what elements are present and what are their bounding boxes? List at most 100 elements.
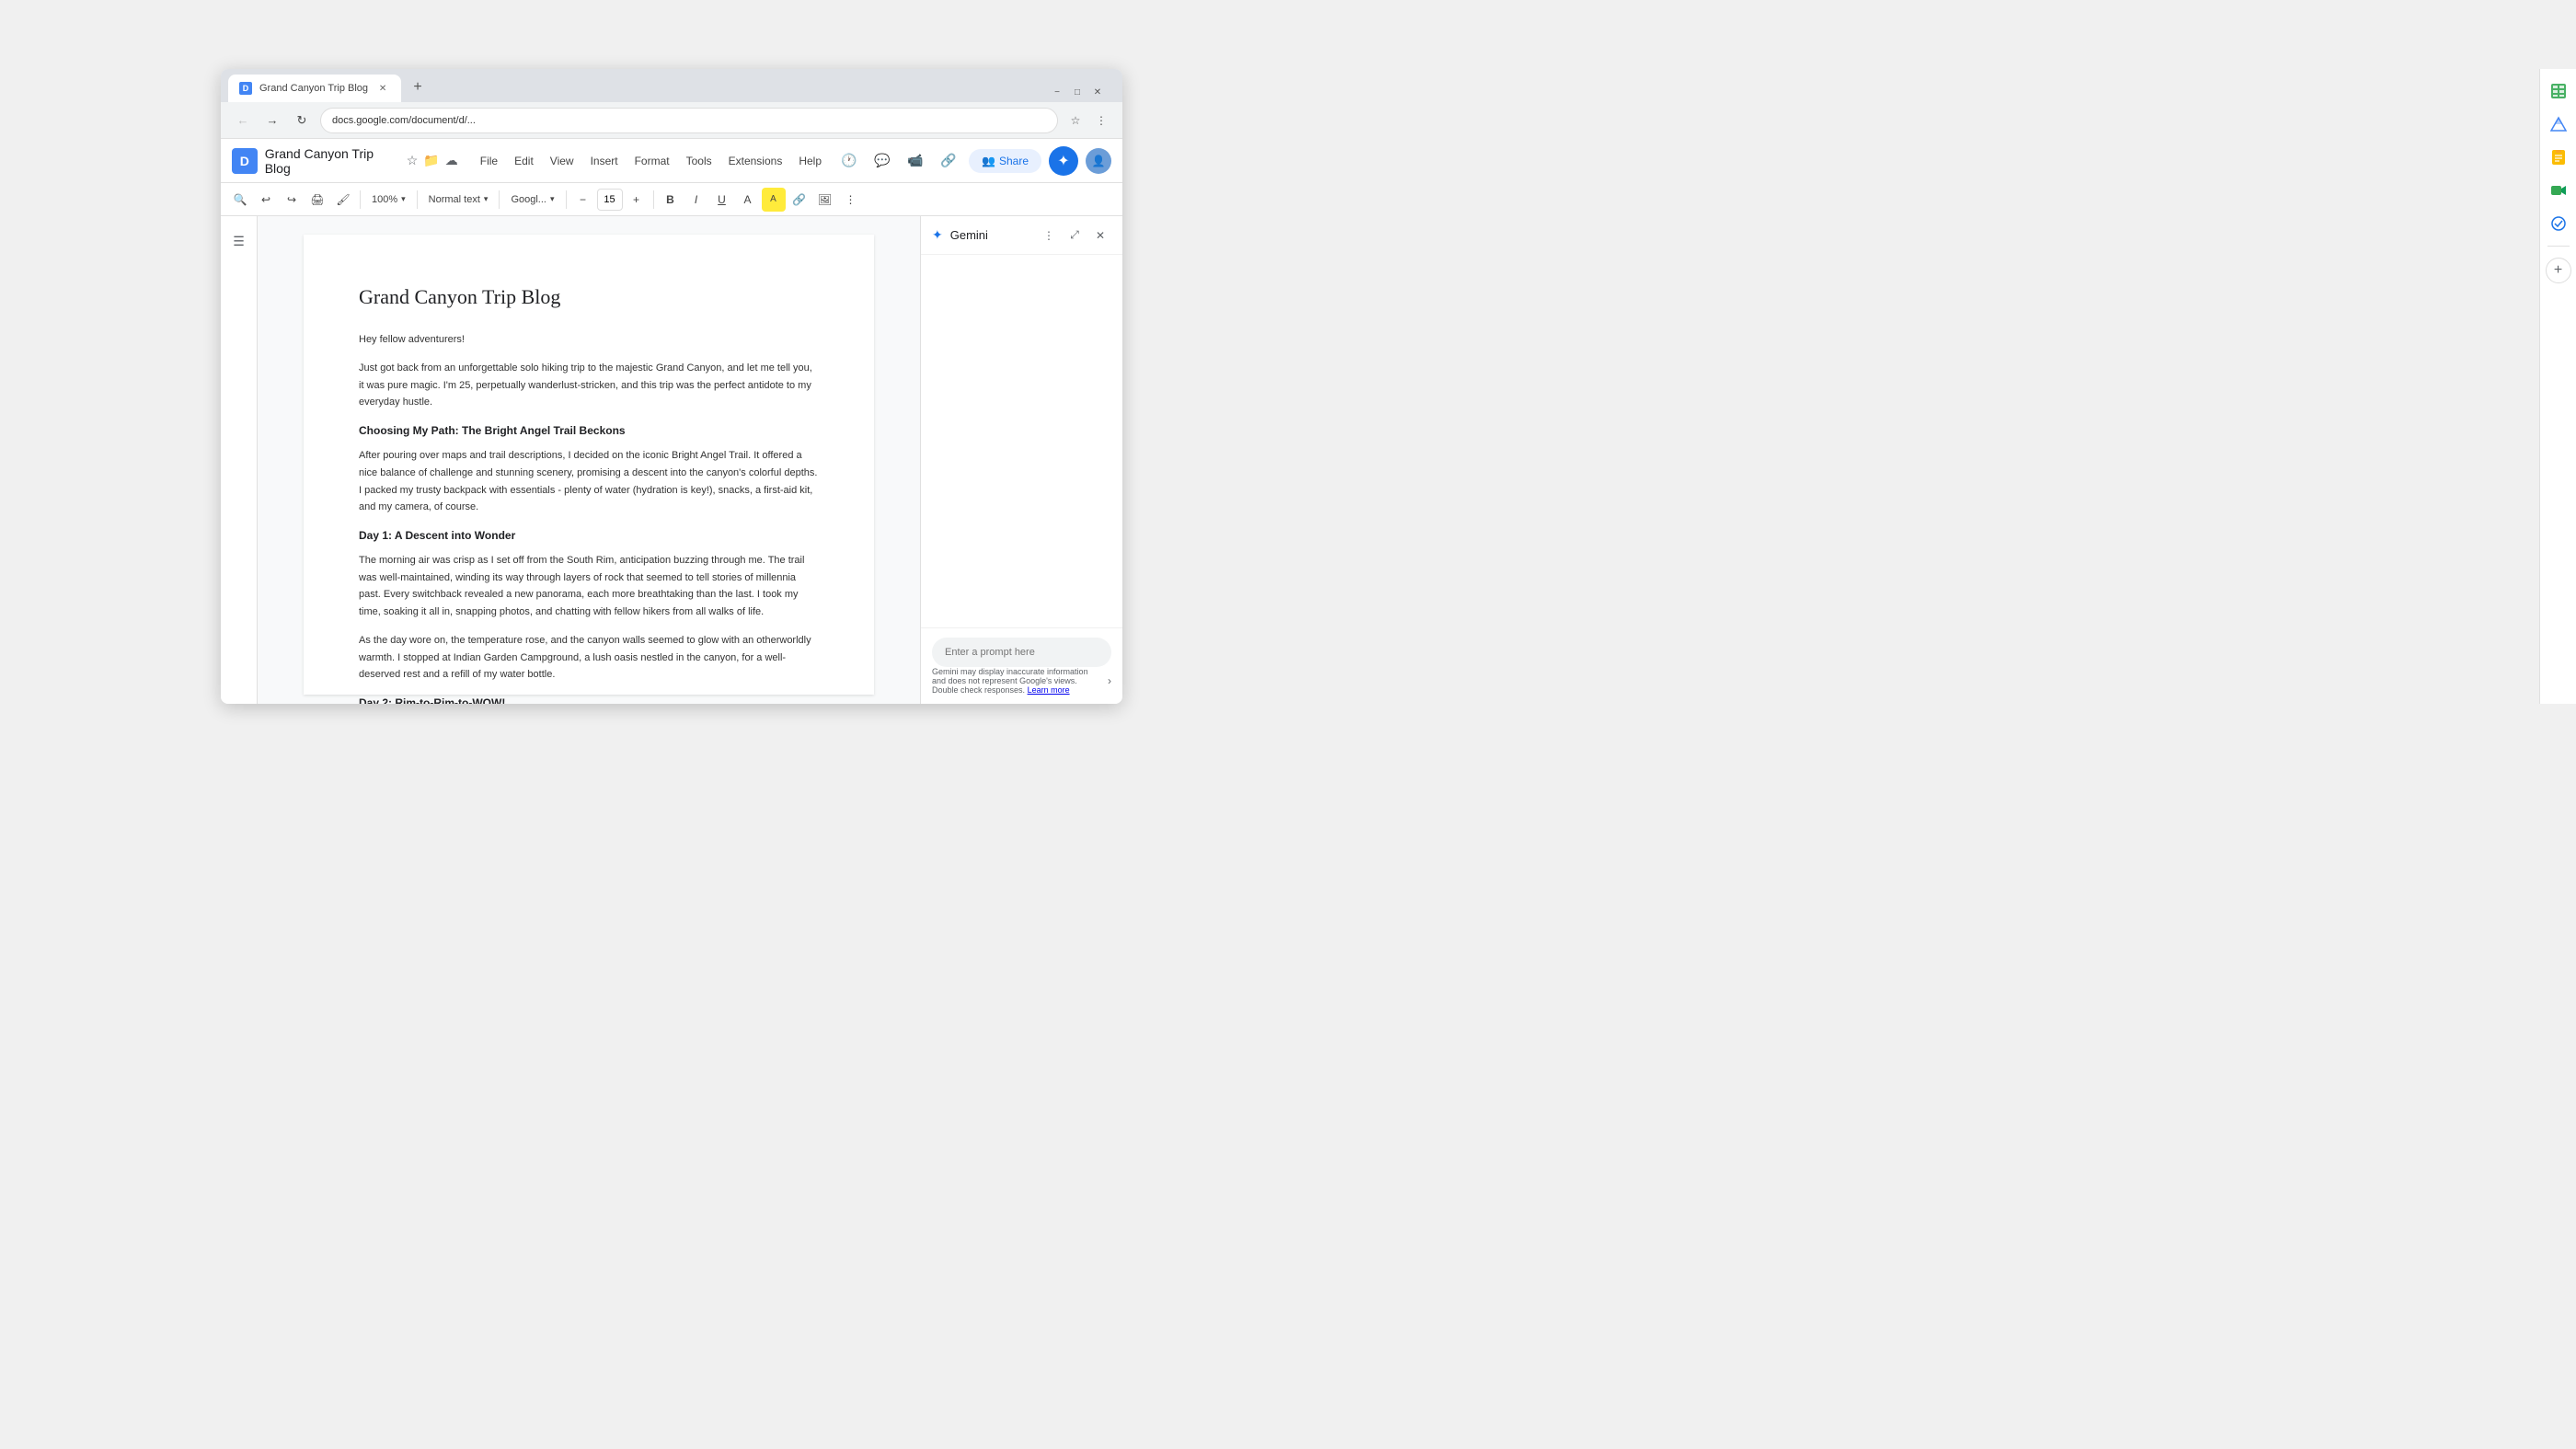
font-select[interactable]: Googl... ▾ bbox=[504, 188, 560, 212]
paint-format-button[interactable]: 🖌 bbox=[331, 188, 355, 212]
menu-view[interactable]: View bbox=[543, 151, 581, 171]
main-area: ☰ Grand Canyon Trip Blog Hey fellow adve… bbox=[221, 216, 1122, 704]
refresh-button[interactable]: ↻ bbox=[291, 109, 313, 132]
paragraph-3: After pouring over maps and trail descri… bbox=[359, 447, 819, 516]
section-heading-2: Day 1: A Descent into Wonder bbox=[359, 527, 819, 545]
bookmark-button[interactable]: ☆ bbox=[1065, 110, 1086, 131]
font-size-input[interactable] bbox=[597, 189, 623, 211]
gemini-menu-button[interactable]: ⋮ bbox=[1038, 224, 1060, 247]
history-button[interactable]: 🕐 bbox=[836, 148, 862, 174]
learn-more-link[interactable]: Learn more bbox=[1028, 685, 1070, 695]
navigation-bar: ← → ↻ docs.google.com/document/d/... ☆ ⋮ bbox=[221, 102, 1122, 139]
gemini-expand-button[interactable]: ⤢ bbox=[1064, 224, 1086, 247]
active-tab[interactable]: D Grand Canyon Trip Blog ✕ bbox=[228, 75, 401, 102]
gemini-disclaimer-row: Gemini may display inaccurate informatio… bbox=[932, 667, 1111, 695]
gemini-panel-body bbox=[921, 255, 1122, 627]
menu-file[interactable]: File bbox=[473, 151, 505, 171]
menu-format[interactable]: Format bbox=[627, 151, 677, 171]
meet-button[interactable]: 📹 bbox=[903, 148, 928, 174]
gemini-disclaimer-arrow[interactable]: › bbox=[1108, 674, 1111, 687]
document-heading: Grand Canyon Trip Blog bbox=[359, 281, 819, 313]
comments-button[interactable]: 💬 bbox=[869, 148, 895, 174]
nav-right-actions: ☆ ⋮ bbox=[1065, 110, 1111, 131]
font-size-control: − + bbox=[571, 188, 649, 212]
tasks-panel-icon[interactable] bbox=[2544, 209, 2573, 238]
star-icon[interactable]: ☆ bbox=[407, 153, 419, 168]
search-button[interactable]: 🔍 bbox=[228, 188, 252, 212]
more-toolbar-button[interactable]: ⋮ bbox=[839, 188, 863, 212]
menu-insert[interactable]: Insert bbox=[583, 151, 626, 171]
zoom-chevron-icon: ▾ bbox=[401, 194, 406, 204]
outline-toggle-button[interactable]: ☰ bbox=[225, 227, 253, 255]
redo-button[interactable]: ↪ bbox=[280, 188, 304, 212]
minimize-button[interactable]: − bbox=[1051, 86, 1064, 98]
document-area: Grand Canyon Trip Blog Hey fellow advent… bbox=[258, 216, 920, 704]
right-panel-divider bbox=[2547, 246, 2570, 247]
gemini-panel-title: Gemini bbox=[950, 228, 988, 242]
gemini-button[interactable]: ✦ bbox=[1049, 146, 1078, 176]
menu-edit[interactable]: Edit bbox=[507, 151, 541, 171]
gemini-header-star-icon: ✦ bbox=[932, 227, 943, 243]
print-button[interactable]: 🖨 bbox=[305, 188, 329, 212]
menu-tools[interactable]: Tools bbox=[679, 151, 719, 171]
folder-icon[interactable]: 📁 bbox=[423, 153, 439, 168]
gemini-panel: ✦ Gemini ⋮ ⤢ ✕ Gemini may display inaccu… bbox=[920, 216, 1122, 704]
paragraph-2: Just got back from an unforgettable solo… bbox=[359, 360, 819, 411]
share-button[interactable]: 👥 Share bbox=[969, 149, 1041, 173]
sheets-icon bbox=[2550, 83, 2567, 99]
italic-button[interactable]: I bbox=[684, 188, 708, 212]
toolbar: 🔍 ↩ ↪ 🖨 🖌 100% ▾ Normal text ▾ Googl... … bbox=[221, 183, 1122, 216]
browser-window: D Grand Canyon Trip Blog ✕ + − □ ✕ ← → ↻… bbox=[221, 69, 1122, 704]
window-controls: − □ ✕ bbox=[1040, 86, 1115, 102]
share-icon: 👥 bbox=[982, 155, 995, 167]
font-size-increase-button[interactable]: + bbox=[625, 188, 649, 212]
bold-button[interactable]: B bbox=[659, 188, 683, 212]
address-bar[interactable]: docs.google.com/document/d/... bbox=[320, 108, 1058, 133]
gemini-header-actions: ⋮ ⤢ ✕ bbox=[1038, 224, 1111, 247]
image-button[interactable]: 🖼 bbox=[813, 188, 837, 212]
menu-extensions[interactable]: Extensions bbox=[721, 151, 790, 171]
share-label: Share bbox=[999, 155, 1029, 167]
sidebar-toggle: ☰ bbox=[221, 216, 258, 704]
gemini-panel-footer: Gemini may display inaccurate informatio… bbox=[921, 627, 1122, 704]
meet-panel-icon[interactable] bbox=[2544, 176, 2573, 205]
menu-help[interactable]: Help bbox=[791, 151, 829, 171]
drive-panel-icon[interactable] bbox=[2544, 109, 2573, 139]
gemini-panel-header: ✦ Gemini ⋮ ⤢ ✕ bbox=[921, 216, 1122, 255]
keep-panel-icon[interactable] bbox=[2544, 143, 2573, 172]
close-window-button[interactable]: ✕ bbox=[1091, 86, 1104, 98]
zoom-select[interactable]: 100% ▾ bbox=[365, 188, 412, 212]
gemini-star-icon: ✦ bbox=[1057, 152, 1069, 170]
text-style-select[interactable]: Normal text ▾ bbox=[422, 188, 495, 212]
maximize-button[interactable]: □ bbox=[1071, 86, 1084, 98]
add-panel-button[interactable]: + bbox=[2546, 258, 2571, 283]
tab-favicon: D bbox=[239, 82, 252, 95]
gemini-prompt-input[interactable] bbox=[932, 638, 1111, 667]
tab-close-button[interactable]: ✕ bbox=[375, 81, 390, 96]
back-button[interactable]: ← bbox=[232, 109, 254, 132]
gemini-disclaimer-text: Gemini may display inaccurate informatio… bbox=[932, 667, 1104, 695]
font-color-button[interactable]: A bbox=[736, 188, 760, 212]
more-options-button[interactable]: ⋮ bbox=[1091, 110, 1111, 131]
style-chevron-icon: ▾ bbox=[484, 194, 489, 204]
link-button[interactable]: 🔗 bbox=[788, 188, 811, 212]
sheets-panel-icon[interactable] bbox=[2544, 76, 2573, 106]
toolbar-divider-1 bbox=[360, 190, 361, 209]
new-tab-button[interactable]: + bbox=[405, 75, 431, 100]
section-heading-3: Day 2: Rim-to-Rim-to-WOW! bbox=[359, 695, 819, 704]
undo-button[interactable]: ↩ bbox=[254, 188, 278, 212]
toolbar-divider-4 bbox=[566, 190, 567, 209]
gemini-close-button[interactable]: ✕ bbox=[1089, 224, 1111, 247]
font-size-decrease-button[interactable]: − bbox=[571, 188, 595, 212]
share-screen-button[interactable]: 🔗 bbox=[936, 148, 961, 174]
font-chevron-icon: ▾ bbox=[550, 194, 555, 204]
underline-button[interactable]: U bbox=[710, 188, 734, 212]
cloud-icon: ☁ bbox=[445, 153, 458, 168]
user-avatar[interactable]: 👤 bbox=[1086, 148, 1111, 174]
highlight-button[interactable]: A bbox=[762, 188, 786, 212]
drive-icon bbox=[2550, 116, 2567, 132]
paragraph-5: As the day wore on, the temperature rose… bbox=[359, 632, 819, 684]
tab-bar: D Grand Canyon Trip Blog ✕ + − □ ✕ bbox=[221, 69, 1122, 102]
forward-button[interactable]: → bbox=[261, 109, 283, 132]
header-right-actions: 🕐 💬 📹 🔗 👥 Share ✦ 👤 bbox=[836, 146, 1111, 176]
